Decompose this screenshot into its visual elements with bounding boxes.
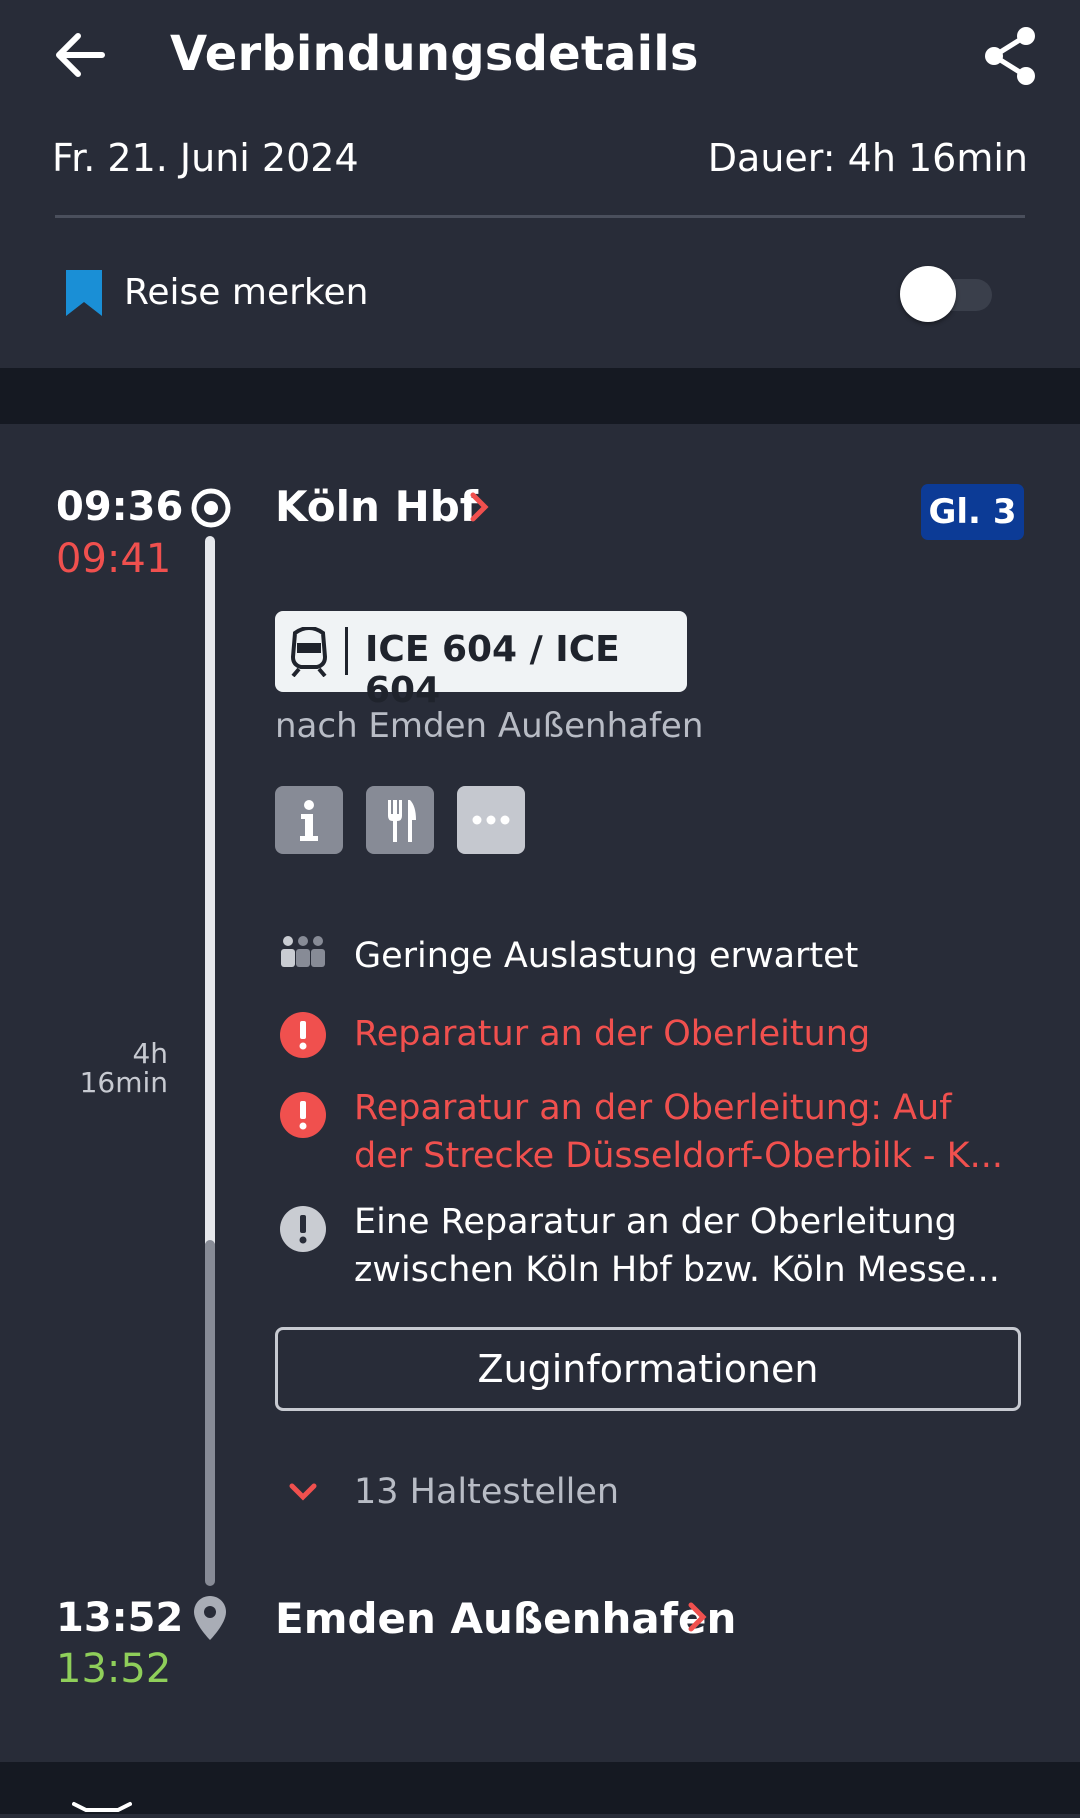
departure-station-link[interactable]: Köln Hbf bbox=[275, 482, 478, 531]
bottom-bar-icon[interactable] bbox=[72, 1796, 132, 1814]
occupancy-text: Geringe Auslastung erwartet bbox=[354, 936, 859, 976]
repair-info-message[interactable]: Eine Reparatur an der Oberleitung zwisch… bbox=[354, 1198, 1044, 1294]
bookmark-icon bbox=[66, 270, 102, 316]
departure-realtime: 09:41 bbox=[56, 536, 172, 582]
warning-icon bbox=[278, 1090, 328, 1140]
disruption-detail-message[interactable]: Reparatur an der Oberleitung: Auf der St… bbox=[354, 1084, 1044, 1180]
header-divider bbox=[55, 215, 1025, 218]
more-icon bbox=[472, 815, 510, 825]
info-button[interactable] bbox=[275, 786, 343, 854]
journey-date: Fr. 21. Juni 2024 bbox=[52, 136, 359, 180]
section-separator bbox=[0, 368, 1080, 424]
duration-minutes: 16min bbox=[79, 1066, 168, 1099]
departure-station-name: Köln Hbf bbox=[275, 482, 479, 531]
chip-separator bbox=[345, 627, 348, 675]
disruption-detail-line1: Reparatur an der Oberleitung: Auf bbox=[354, 1088, 952, 1128]
platform-badge: Gl. 3 bbox=[921, 484, 1024, 540]
journey-duration: Dauer: 4h 16min bbox=[707, 136, 1028, 180]
arrival-station-link[interactable]: Emden Außenhafen bbox=[275, 1594, 736, 1643]
repair-info-line2: zwischen Köln Hbf bzw. Köln Messe... bbox=[354, 1250, 1000, 1290]
chevron-down-icon[interactable] bbox=[288, 1482, 318, 1502]
arrival-planned-time: 13:52 bbox=[56, 1595, 184, 1641]
departure-planned-time: 09:36 bbox=[56, 484, 184, 530]
restaurant-icon bbox=[388, 800, 416, 842]
warning-icon bbox=[278, 1010, 328, 1060]
train-name: ICE 604 / ICE 604 bbox=[365, 629, 620, 711]
train-info-button[interactable]: Zuginformationen bbox=[275, 1327, 1021, 1411]
train-chip[interactable]: ICE 604 / ICE 604 bbox=[275, 611, 687, 711]
destination-pin-icon bbox=[194, 1596, 226, 1640]
bookmark-label: Reise merken bbox=[124, 272, 369, 313]
disruption-message: Reparatur an der Oberleitung bbox=[354, 1014, 871, 1054]
chevron-right-icon bbox=[468, 490, 490, 524]
toggle-knob bbox=[900, 266, 956, 322]
back-arrow-icon[interactable] bbox=[44, 20, 114, 90]
page-title: Verbindungsdetails bbox=[170, 26, 699, 82]
bottom-bar bbox=[0, 1762, 1080, 1814]
more-button[interactable] bbox=[457, 786, 525, 854]
timeline-remaining bbox=[205, 1240, 215, 1586]
share-icon[interactable] bbox=[980, 24, 1044, 88]
train-destination: nach Emden Außenhafen bbox=[275, 706, 704, 746]
arrival-realtime: 13:52 bbox=[56, 1646, 172, 1692]
disruption-detail-line2: der Strecke Düsseldorf-Oberbilk - K... bbox=[354, 1136, 1004, 1176]
occupancy-icon bbox=[278, 932, 328, 982]
repair-info-line1: Eine Reparatur an der Oberleitung bbox=[354, 1202, 957, 1242]
info-warning-icon bbox=[278, 1204, 328, 1254]
start-station-icon bbox=[189, 486, 233, 530]
info-icon bbox=[300, 800, 318, 841]
restaurant-button[interactable] bbox=[366, 786, 434, 854]
timeline-progress bbox=[205, 536, 215, 1248]
train-icon bbox=[289, 626, 329, 678]
bookmark-toggle[interactable] bbox=[900, 266, 994, 322]
arrival-station-name: Emden Außenhafen bbox=[275, 1594, 737, 1643]
stops-toggle[interactable]: 13 Haltestellen bbox=[354, 1472, 619, 1512]
chevron-right-icon bbox=[686, 1600, 708, 1634]
